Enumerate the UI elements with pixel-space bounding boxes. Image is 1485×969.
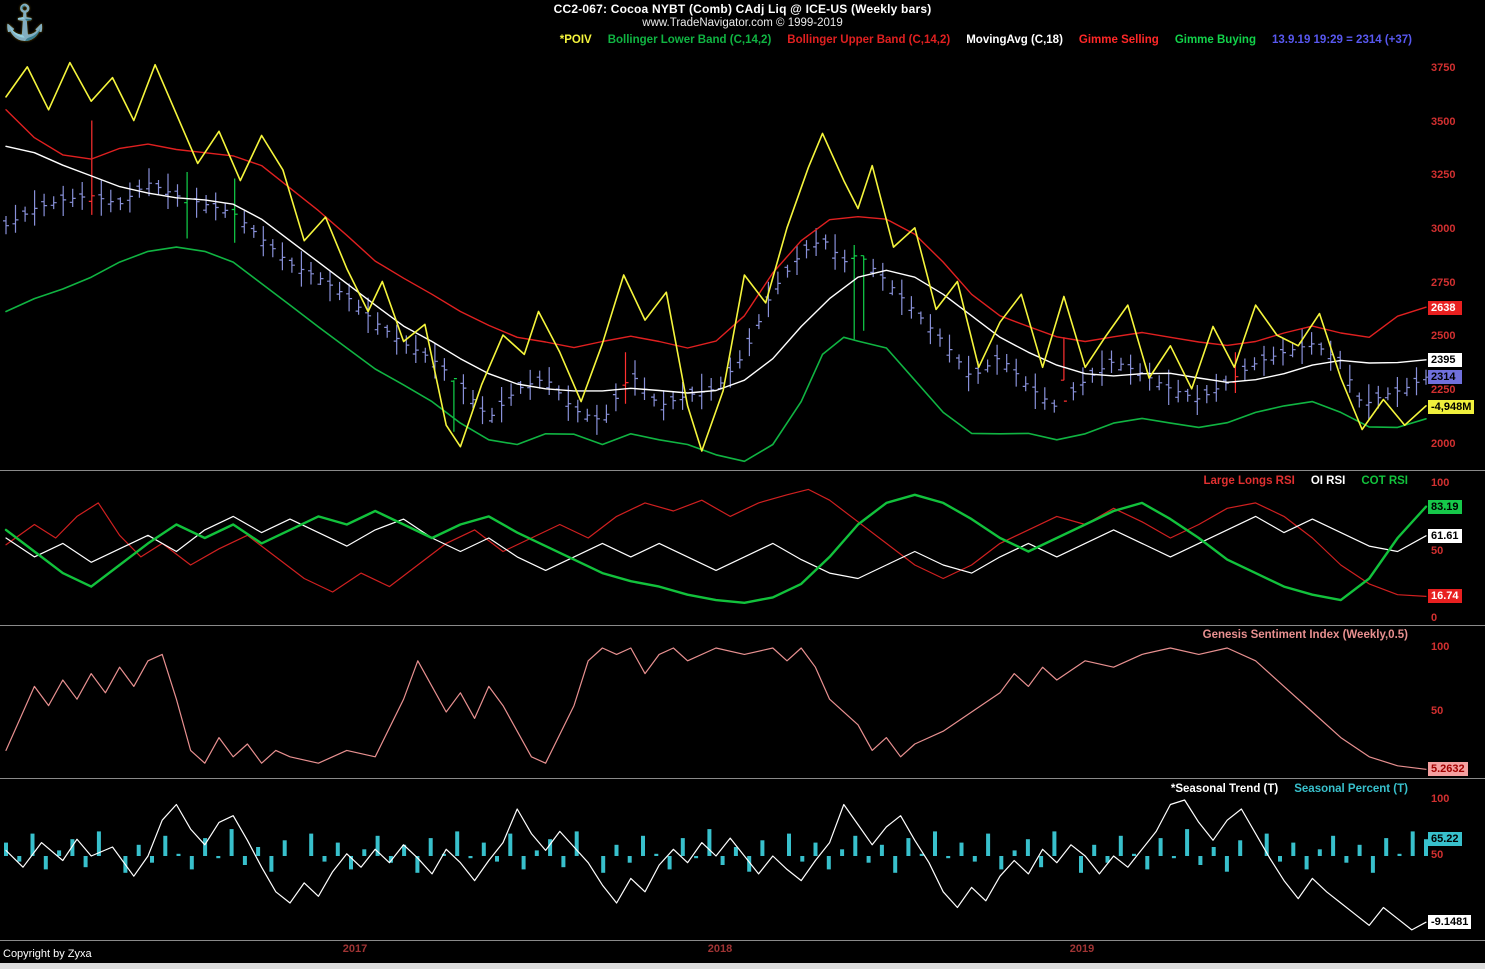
legend-item-cot-rsi[interactable]: COT RSI [1361, 475, 1408, 487]
legend-item-13-9-19-19-29-2314-37[interactable]: 13.9.19 19:29 = 2314 (+37) [1272, 34, 1412, 46]
x-axis-year-label: 2018 [708, 943, 732, 955]
rsi-panel-canvas[interactable] [0, 472, 1428, 624]
legend-item-oi-rsi[interactable]: OI RSI [1311, 475, 1346, 487]
legend-item-poiv[interactable]: *POIV [560, 34, 592, 46]
price-panel-canvas[interactable] [0, 52, 1428, 468]
main-indicator-legend: *POIV Bollinger Lower Band (C,14,2) Bollin… [0, 34, 1412, 46]
legend-item-seasonal-percent-t[interactable]: Seasonal Percent (T) [1294, 783, 1408, 795]
legend-item-bollinger-lower-band-c-14-2[interactable]: Bollinger Lower Band (C,14,2) [608, 34, 772, 46]
copyright-text: Copyright by Zyxa [3, 948, 92, 960]
horizontal-scrollbar[interactable] [0, 963, 1485, 969]
seasonal-panel-canvas[interactable] [0, 780, 1428, 939]
seasonal-indicator-legend: *Seasonal Trend (T) Seasonal Percent (T) [0, 783, 1408, 795]
tradenavigator-chart-window: ⚓ CC2-067: Cocoa NYBT (Comb) CAdj Liq @ … [0, 0, 1485, 969]
x-axis-year-label: 2017 [343, 943, 367, 955]
watermark-url: www.TradeNavigator.com © 1999-2019 [0, 17, 1485, 29]
legend-item-large-longs-rsi[interactable]: Large Longs RSI [1203, 475, 1294, 487]
legend-item-movingavg-c-18[interactable]: MovingAvg (C,18) [966, 34, 1063, 46]
legend-item-bollinger-upper-band-c-14-2[interactable]: Bollinger Upper Band (C,14,2) [787, 34, 950, 46]
legend-item-seasonal-trend-t[interactable]: *Seasonal Trend (T) [1171, 783, 1278, 795]
rsi-indicator-legend: Large Longs RSI OI RSI COT RSI [0, 475, 1408, 487]
chart-title: CC2-067: Cocoa NYBT (Comb) CAdj Liq @ IC… [0, 2, 1485, 16]
legend-item-gimme-buying[interactable]: Gimme Buying [1175, 34, 1256, 46]
legend-item-gimme-selling[interactable]: Gimme Selling [1079, 34, 1159, 46]
x-axis-year-label: 2019 [1070, 943, 1094, 955]
sentiment-panel-canvas[interactable] [0, 627, 1428, 777]
legend-item-genesis-sentiment-index[interactable]: Genesis Sentiment Index (Weekly,0.5) [1203, 629, 1408, 641]
